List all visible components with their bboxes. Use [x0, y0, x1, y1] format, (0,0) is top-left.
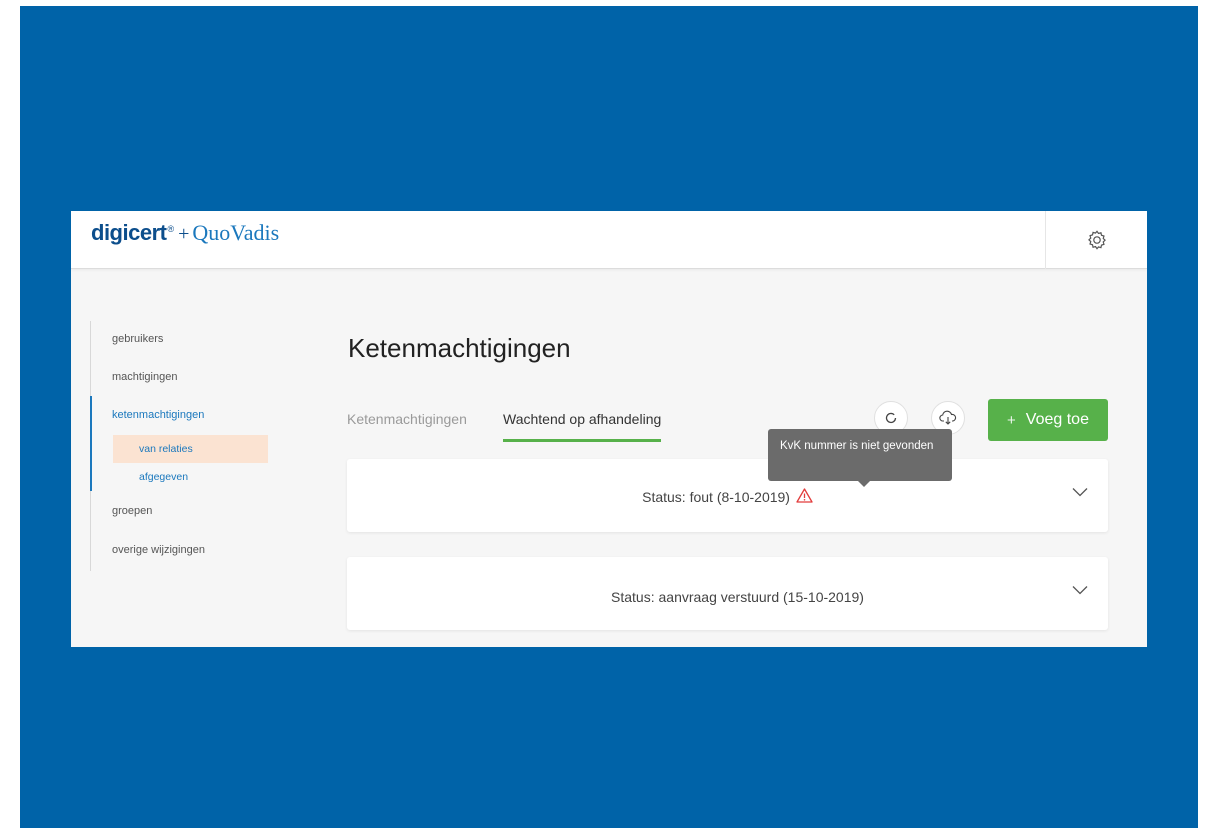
- gear-icon: [1087, 230, 1106, 250]
- chevron-down-icon[interactable]: [1072, 585, 1088, 595]
- active-tab-indicator: [503, 439, 661, 442]
- sidebar-subitem-afgegeven[interactable]: afgegeven: [113, 463, 268, 491]
- logo-plus: +: [178, 223, 190, 245]
- chevron-down-icon[interactable]: [1072, 487, 1088, 497]
- top-header: digicert ® + QuoVadis: [71, 211, 1147, 269]
- card-status-row: Status: fout (8-10-2019): [347, 488, 1108, 505]
- sidebar-nav: gebruikers machtigingen ketenmachtiginge…: [90, 321, 270, 571]
- app-window: digicert ® + QuoVadis gebruikers machtig…: [71, 211, 1147, 647]
- add-button[interactable]: + Voeg toe: [988, 399, 1108, 441]
- tab-wachtend-op-afhandeling[interactable]: Wachtend op afhandeling: [503, 411, 661, 427]
- tab-ketenmachtigingen[interactable]: Ketenmachtigingen: [347, 411, 467, 427]
- cloud-download-icon: [939, 410, 957, 425]
- add-button-label: Voeg toe: [1025, 411, 1089, 428]
- card-status-text: Status: fout (8-10-2019): [642, 489, 790, 505]
- sidebar-item-ketenmachtigingen[interactable]: ketenmachtigingen: [91, 409, 271, 421]
- sidebar-item-gebruikers[interactable]: gebruikers: [91, 333, 271, 345]
- page-title: Ketenmachtigingen: [348, 333, 571, 363]
- card-status-text: Status: aanvraag verstuurd (15-10-2019): [611, 589, 864, 605]
- error-tooltip: KvK nummer is niet gevonden: [768, 429, 952, 481]
- status-card[interactable]: Status: fout (8-10-2019): [347, 459, 1108, 532]
- add-plus-icon: +: [1007, 411, 1016, 429]
- sidebar-item-groepen[interactable]: groepen: [91, 505, 271, 517]
- status-card[interactable]: Status: aanvraag verstuurd (15-10-2019): [347, 557, 1108, 630]
- sidebar-item-overige-wijzigingen[interactable]: overige wijzigingen: [91, 544, 271, 556]
- logo-quovadis: QuoVadis: [192, 220, 280, 245]
- refresh-icon: [885, 412, 897, 424]
- warning-icon[interactable]: [796, 488, 813, 503]
- logo-digicert: digicert: [91, 220, 167, 245]
- sidebar-subitem-van-relaties[interactable]: van relaties: [113, 435, 268, 463]
- tooltip-arrow: [858, 481, 870, 487]
- sidebar-item-machtigingen[interactable]: machtigingen: [91, 371, 271, 383]
- brand-logo[interactable]: digicert ® + QuoVadis: [91, 220, 279, 250]
- settings-button[interactable]: [1045, 211, 1147, 269]
- logo-registered-mark: ®: [167, 224, 175, 234]
